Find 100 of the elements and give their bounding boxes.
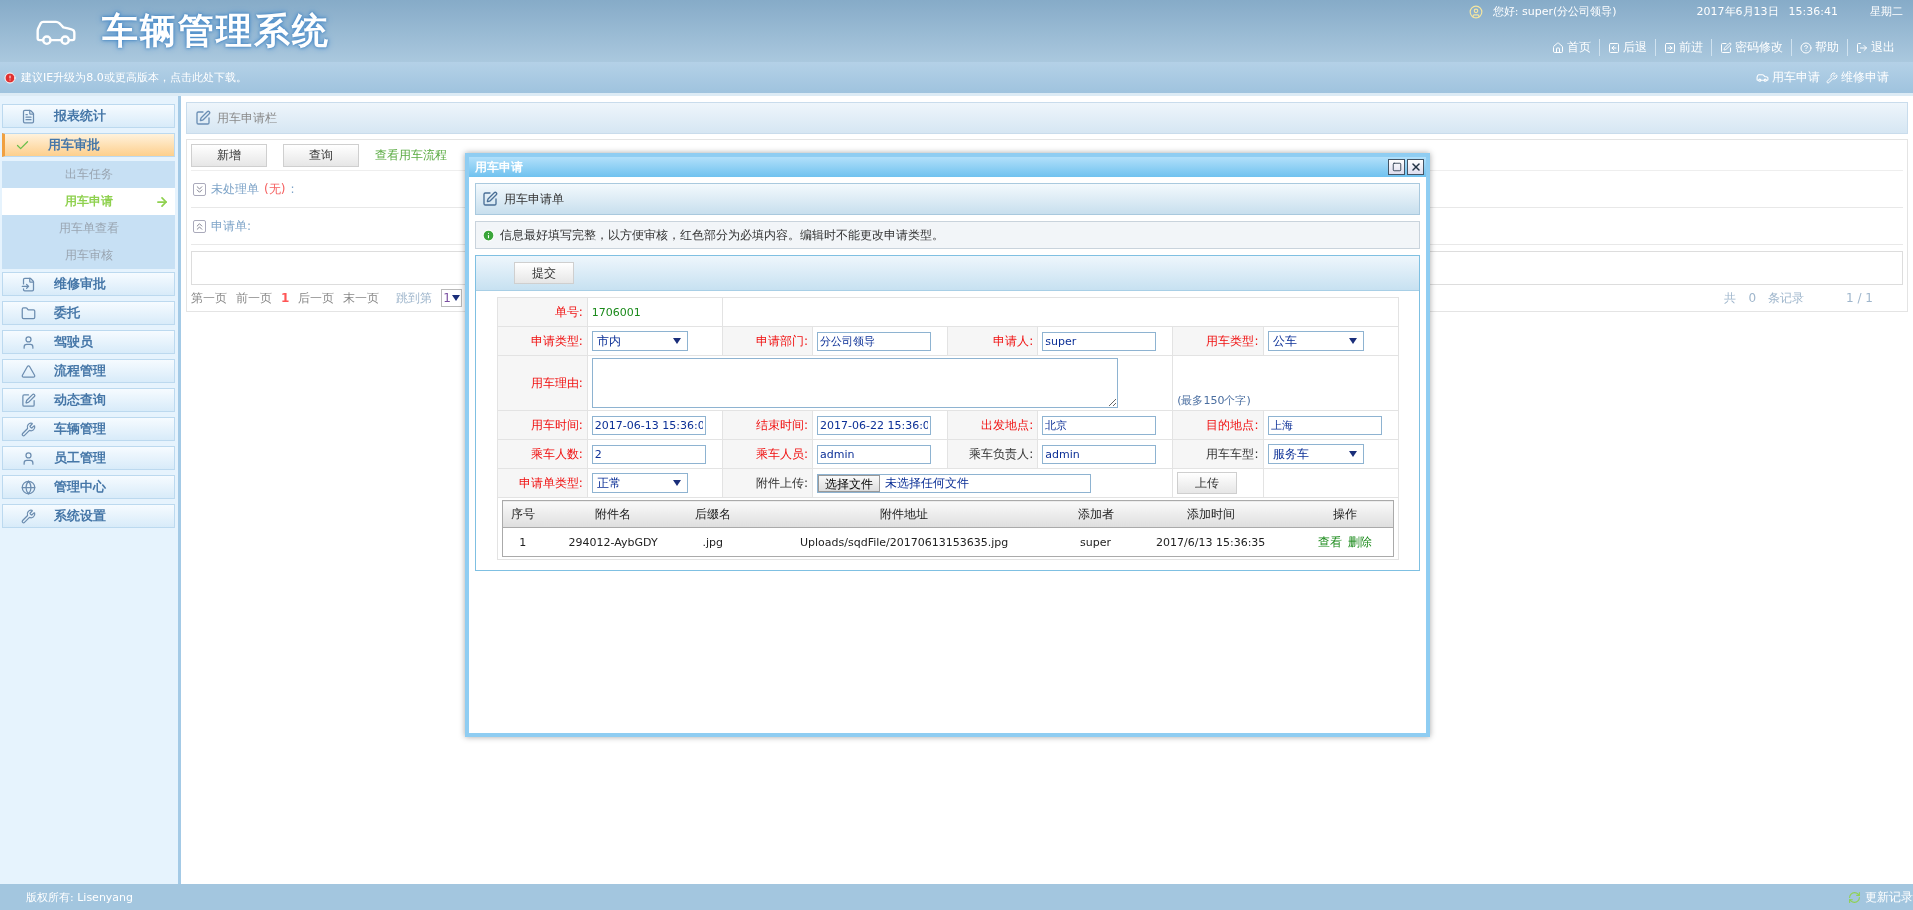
field-label: 用车类型: [1172, 326, 1263, 356]
globe-icon [21, 479, 36, 495]
back-icon [1608, 41, 1620, 54]
sidebar-item[interactable]: 管理中心 [2, 475, 175, 499]
text-input[interactable]: super [1042, 331, 1157, 351]
next-page-link[interactable]: 后一页 [298, 289, 335, 307]
pencil-icon [21, 392, 36, 408]
text-input[interactable]: 2 [591, 444, 706, 464]
form-pencil-icon [195, 110, 211, 126]
dropdown[interactable]: 市内 [591, 331, 688, 351]
wrench-icon [1826, 71, 1838, 84]
sidebar-item[interactable]: 驾驶员 [2, 330, 175, 354]
form-pencil-icon [482, 191, 498, 207]
sidebar-item[interactable]: 委托 [2, 301, 175, 325]
text-input[interactable]: 上海 [1267, 415, 1382, 435]
sidebar-item[interactable]: 车辆管理 [2, 417, 175, 441]
table-cell: .jpg [683, 527, 742, 557]
pencil-icon [1720, 41, 1732, 54]
sidebar-item[interactable]: 动态查询 [2, 388, 175, 412]
total-count: 0 [1748, 291, 1757, 305]
caret-icon [1348, 451, 1357, 457]
caret-icon [672, 338, 681, 344]
field-label: 申请人: [947, 326, 1038, 356]
sidebar-item[interactable]: 员工管理 [2, 446, 175, 470]
reason-textarea[interactable] [591, 358, 1118, 408]
column-header: 附件名 [542, 500, 684, 528]
text-input[interactable]: 北京 [1042, 415, 1157, 435]
dropdown[interactable]: 公车 [1267, 331, 1364, 351]
close-button[interactable] [1407, 159, 1424, 175]
text-input[interactable]: admin [817, 444, 932, 464]
info-text: 信息最好填写完整，以方便审核，红色部分为必填内容。编辑时不能更改申请类型。 [500, 226, 944, 244]
page-dropdown[interactable]: 1 [441, 289, 462, 307]
table-cell: 2017/6/13 15:36:35 [1124, 527, 1297, 557]
last-page-link[interactable]: 末一页 [343, 289, 380, 307]
choose-file-button[interactable]: 选择文件 [818, 474, 881, 492]
order-number: 1706001 [591, 306, 641, 319]
column-header: 后缀名 [683, 500, 742, 528]
folder-icon [21, 305, 36, 321]
first-page-link[interactable]: 第一页 [191, 289, 227, 307]
flow-link[interactable]: 查看用车流程 [375, 146, 447, 164]
file-field[interactable]: 选择文件 未选择任何文件 [817, 473, 1092, 493]
refresh-icon [1848, 890, 1861, 904]
person-icon [21, 334, 36, 350]
field-label: 用车时间: [497, 410, 588, 440]
column-header: 序号 [502, 500, 543, 528]
alert-icon [4, 71, 16, 84]
field-label: 结束时间: [722, 410, 813, 440]
forward-icon [1664, 41, 1676, 54]
jump-label: 跳到第 [396, 289, 433, 307]
chevrons-down-icon[interactable] [193, 182, 206, 196]
caret-icon [452, 295, 460, 301]
text-input[interactable]: admin [1042, 444, 1157, 464]
column-header: 添加时间 [1124, 500, 1297, 528]
dropdown[interactable]: 服务车 [1267, 444, 1364, 464]
document-icon [21, 108, 36, 124]
column-header: 附件地址 [741, 500, 1067, 528]
exit-icon [1856, 41, 1868, 54]
sidebar-item[interactable]: 系统设置 [2, 504, 175, 528]
table-cell: super [1066, 527, 1125, 557]
toolbar-button[interactable]: 查询 [283, 143, 359, 167]
section-status: (无) [264, 180, 286, 198]
chevrons-up-icon[interactable] [193, 219, 206, 233]
wrench-icon [21, 508, 36, 524]
field-label: 用车车型: [1172, 439, 1263, 469]
sidebar-item[interactable]: 流程管理 [2, 359, 175, 383]
current-page: 1 [281, 291, 290, 305]
text-input[interactable]: 分公司领导 [817, 331, 932, 351]
help-icon [1800, 41, 1812, 54]
field-label: 申请单类型: [497, 468, 588, 498]
field-label: 附件上传: [722, 468, 813, 498]
field-label: 申请部门: [722, 326, 813, 356]
document-arrow-icon [21, 276, 36, 292]
field-label: 出发地点: [947, 410, 1038, 440]
sidebar-item[interactable]: 维修审批 [2, 272, 175, 296]
field-label: 乘车人员: [722, 439, 813, 469]
sidebar-item[interactable]: 用车审批 [2, 133, 175, 157]
field-label: 乘车负责人: [947, 439, 1038, 469]
upload-button[interactable]: 上传 [1177, 472, 1238, 494]
app-title: 车辆管理系统 [102, 8, 330, 53]
field-label: 单号: [497, 297, 588, 327]
table-cell: Uploads/sqdFile/20170613153635.jpg [741, 527, 1067, 557]
action-link[interactable]: 删除 [1347, 534, 1372, 549]
dropdown[interactable]: 正常 [591, 473, 688, 493]
submit-button[interactable]: 提交 [514, 262, 574, 284]
toolbar-button[interactable]: 新增 [191, 143, 267, 167]
panel-title: 用车申请栏 [217, 109, 277, 127]
prev-page-link[interactable]: 前一页 [236, 289, 272, 307]
column-header: 添加者 [1066, 500, 1125, 528]
info-icon [482, 228, 495, 242]
close-icon [1409, 161, 1422, 173]
maximize-icon [1391, 162, 1402, 172]
maximize-button[interactable] [1388, 159, 1405, 175]
total-suffix: 条记录 [1768, 289, 1805, 307]
section-label: 未处理单 [211, 180, 259, 198]
dialog-title: 用车申请 [475, 158, 523, 176]
table-cell: 294012-AybGDY [542, 527, 684, 557]
action-link[interactable]: 查看 [1317, 534, 1342, 549]
file-status: 未选择任何文件 [885, 474, 970, 492]
sidebar-item[interactable]: 报表统计 [2, 104, 175, 128]
weekday-text: 星期二 [1870, 4, 1903, 19]
